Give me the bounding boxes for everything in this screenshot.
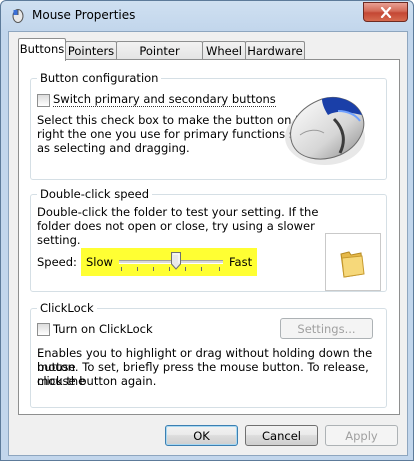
tab-pointer-options[interactable]: Pointer Options — [116, 41, 203, 76]
speed-slider-tick — [169, 267, 170, 271]
tab-pointers[interactable]: Pointers — [65, 41, 117, 60]
clicklock-label[interactable]: Turn on ClickLock — [53, 322, 153, 336]
double-click-desc-line-3: setting. — [37, 233, 81, 247]
double-click-desc-line-2: folder does not open or close, try using… — [37, 219, 315, 233]
switch-buttons-checkbox[interactable] — [37, 94, 50, 107]
speed-slider-tick — [121, 267, 122, 271]
tab-buttons-label: Buttons — [19, 42, 65, 56]
mouse-properties-window: Mouse Properties Buttons Pointers Pointe… — [0, 0, 414, 461]
mouse-app-icon — [12, 9, 24, 23]
switch-buttons-label[interactable]: Switch primary and secondary buttons — [53, 93, 276, 107]
speed-slider[interactable] — [119, 251, 223, 273]
tab-pointers-label: Pointers — [67, 44, 115, 58]
speed-slider-tick — [153, 267, 154, 271]
clicklock-title: ClickLock — [37, 301, 97, 315]
cancel-button[interactable]: Cancel — [245, 425, 318, 446]
tab-buttons[interactable]: Buttons — [18, 38, 66, 61]
button-config-desc-line-1: Select this check box to make the button… — [37, 113, 314, 127]
clicklock-checkbox[interactable] — [37, 323, 50, 336]
clicklock-group: ClickLock Turn on ClickLock Settings... … — [30, 301, 387, 408]
clicklock-desc-line-3: mouse button again. — [37, 374, 157, 388]
button-config-desc-line-3: as selecting and dragging. — [37, 141, 190, 155]
speed-slider-tick — [219, 267, 220, 271]
title-bar[interactable]: Mouse Properties — [1, 1, 413, 31]
apply-button[interactable]: Apply — [325, 425, 398, 446]
close-button[interactable] — [363, 2, 408, 22]
double-click-speed-group: Double-click speed Double-click the fold… — [30, 187, 387, 292]
speed-slider-tick — [201, 267, 202, 271]
tab-wheel[interactable]: Wheel — [202, 41, 246, 60]
tab-hardware[interactable]: Hardware — [245, 41, 305, 60]
speed-slow-label: Slow — [86, 255, 113, 269]
tab-panel-buttons: Button configuration Switch primary and … — [18, 59, 400, 415]
tab-hardware-label: Hardware — [247, 44, 303, 58]
speed-slider-tick — [137, 267, 138, 271]
speed-fast-label: Fast — [229, 255, 253, 269]
mouse-illustration-icon — [285, 96, 365, 165]
folder-icon[interactable] — [339, 248, 367, 278]
speed-label: Speed: — [37, 255, 77, 269]
speed-slider-thumb[interactable] — [171, 252, 181, 270]
button-configuration-title: Button configuration — [37, 71, 162, 85]
window-title: Mouse Properties — [32, 8, 136, 22]
double-click-speed-title: Double-click speed — [37, 187, 152, 201]
close-icon — [380, 6, 391, 18]
speed-slider-tick — [185, 267, 186, 271]
button-configuration-group: Button configuration Switch primary and … — [30, 71, 387, 180]
button-config-desc-line-2: right the one you use for primary functi… — [37, 127, 316, 141]
double-click-desc-line-1: Double-click the folder to test your set… — [37, 205, 319, 219]
ok-button[interactable]: OK — [165, 425, 238, 446]
dialog-client-area: Buttons Pointers Pointer Options Wheel H… — [8, 31, 408, 456]
folder-test-area[interactable] — [325, 233, 381, 291]
tab-wheel-label: Wheel — [205, 44, 242, 58]
clicklock-settings-button[interactable]: Settings... — [280, 318, 373, 339]
